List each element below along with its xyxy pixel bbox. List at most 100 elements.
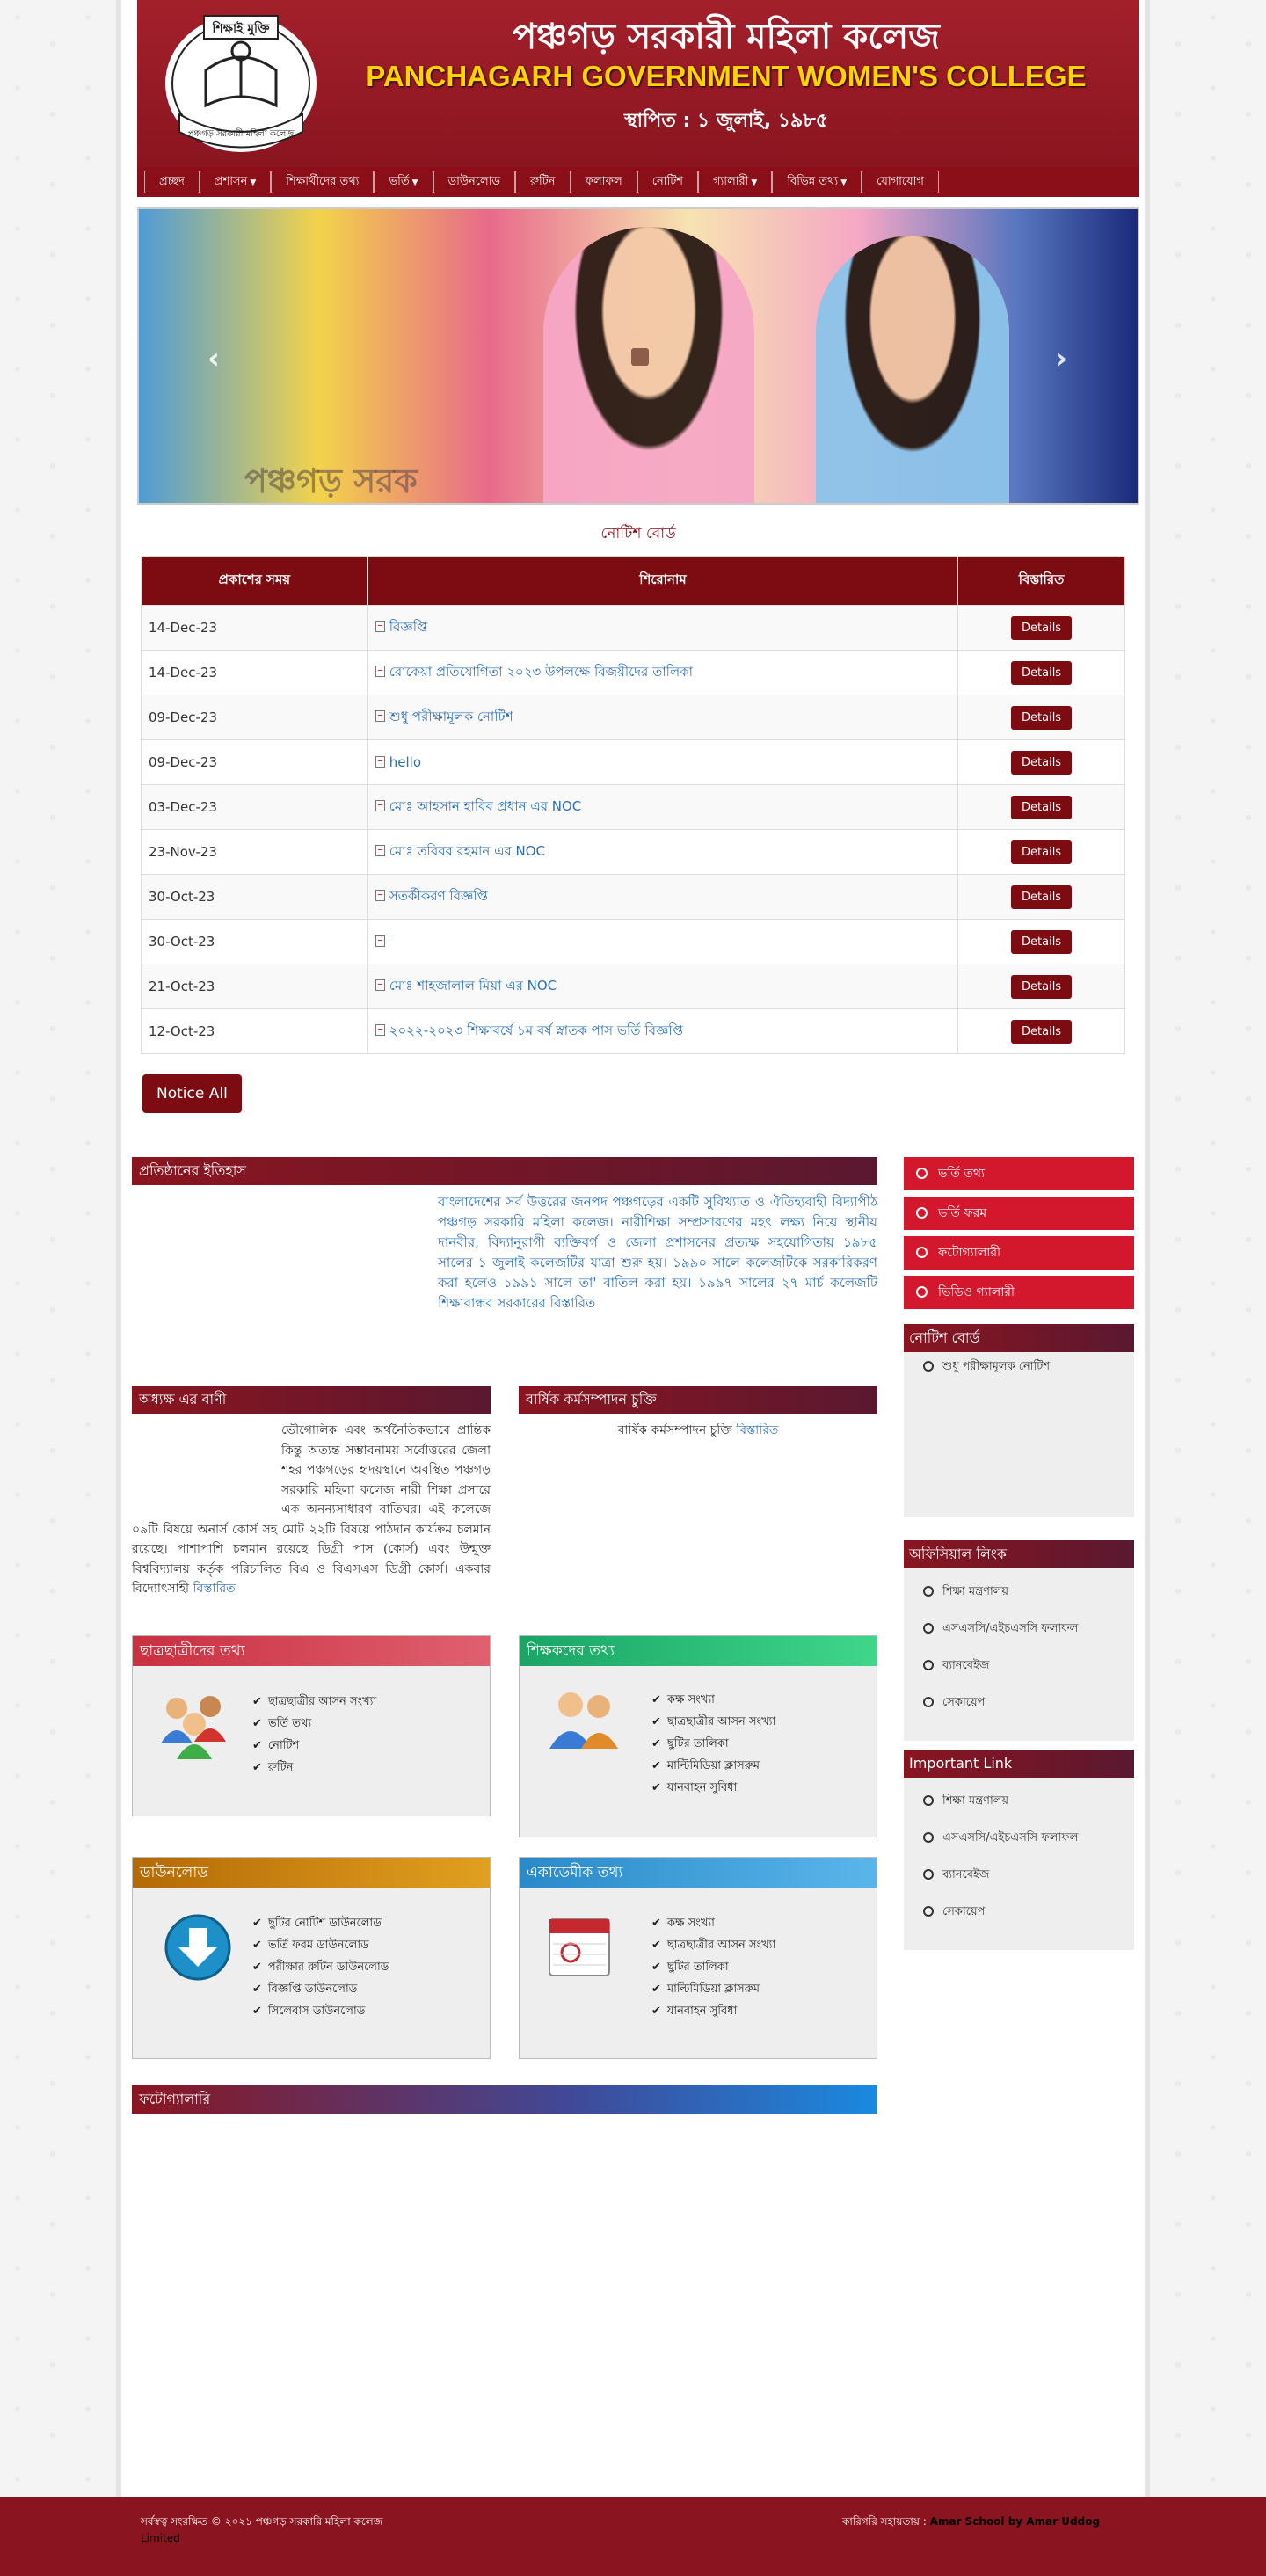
- list-item[interactable]: ✔ ভর্তি তথ্য: [252, 1713, 376, 1735]
- official_links-item[interactable]: ব্যানবেইজ: [904, 1648, 1134, 1685]
- important_links-item[interactable]: সেকায়েপ: [904, 1894, 1134, 1931]
- circle-arrow-icon: [923, 1623, 934, 1634]
- notice-title-link[interactable]: রোকেয়া প্রতিযোগিতা ২০২৩ উপলক্ষে বিজয়ীদ…: [389, 664, 693, 680]
- notice-title-link[interactable]: সতর্কীকরণ বিজ্ঞপ্তি: [389, 888, 488, 904]
- check-icon: ✔: [252, 1717, 262, 1730]
- notice-title-link[interactable]: শুধু পরীক্ষামূলক নোটিশ: [389, 709, 513, 724]
- nav-item-7[interactable]: নোটিশ: [637, 171, 699, 193]
- college-logo[interactable]: শিক্ষাই মুক্তি পঞ্চগড় সরকারী মহিলা কলেজ: [153, 9, 329, 158]
- details-button[interactable]: Details: [1011, 840, 1073, 864]
- important_links-item[interactable]: এসএসসি/এইচএসসি ফলাফল: [904, 1820, 1134, 1857]
- notice-all-button[interactable]: Notice All: [142, 1074, 242, 1113]
- table-row: 09-Dec-23 hello Details: [141, 739, 1125, 785]
- academic-info-box: একাডেমীক তথ্য ✔ কক্ষ সংখ্যা ✔ ছাত্রছাত্রীর …: [519, 1857, 877, 2059]
- sidebar-button-3[interactable]: ভিডিও গ্যালারী: [904, 1276, 1134, 1309]
- list-item[interactable]: ✔ মাল্টিমিডিয়া ক্লাসরুম: [651, 1755, 775, 1777]
- pdf-icon: [375, 665, 385, 677]
- list-item[interactable]: ✔ সিলেবাস ডাউনলোড: [252, 2000, 389, 2022]
- footer-vendor-link[interactable]: Amar School by Amar Uddog: [930, 2515, 1100, 2528]
- official_links-item[interactable]: এসএসসি/এইচএসসি ফলাফল: [904, 1611, 1134, 1648]
- sidebar-notice-board: নোটিশ বোর্ড শুধু পরীক্ষামূলক নোটিশ: [904, 1324, 1134, 1517]
- notice-title-link[interactable]: মোঃ শাহজালাল মিয়া এর NOC: [389, 978, 557, 993]
- official_links-item[interactable]: সেকায়েপ: [904, 1685, 1134, 1721]
- nav-item-9[interactable]: বিভিন্ন তথ্য ▼: [772, 171, 862, 193]
- notice-date: 09-Dec-23: [141, 695, 368, 740]
- table-row: 30-Oct-23 Details: [141, 919, 1125, 964]
- list-item[interactable]: ✔ পরীক্ষার রুটিন ডাউনলোড: [252, 1956, 389, 1978]
- list-item[interactable]: ✔ মাল্টিমিডিয়া ক্লাসরুম: [651, 1978, 775, 2000]
- nav-item-6[interactable]: ফলাফল: [570, 171, 637, 193]
- list-item[interactable]: ✔ ছাত্রছাত্রীর আসন সংখ্যা: [252, 1691, 376, 1713]
- slider-prev-button[interactable]: ‹: [207, 341, 220, 376]
- list-item[interactable]: ✔ রুটিন: [252, 1757, 376, 1779]
- history-text: বাংলাদেশের সর্ব উত্তরের জনপদ পঞ্চগড়ের এ…: [438, 1194, 877, 1311]
- notice-title-link[interactable]: hello: [389, 754, 421, 770]
- list-item[interactable]: ✔ যানবাহন সুবিধা: [651, 2000, 775, 2022]
- list-item[interactable]: ✔ ছাত্রছাত্রীর আসন সংখ্যা: [651, 1934, 775, 1956]
- details-button[interactable]: Details: [1011, 1019, 1073, 1044]
- nav-item-5[interactable]: রুটিন: [515, 171, 571, 193]
- sidebar-notice-item[interactable]: শুধু পরীক্ষামূলক নোটিশ: [904, 1352, 1134, 1382]
- list-item[interactable]: ✔ বিজ্ঞপ্তি ডাউনলোড: [252, 1978, 389, 2000]
- circle-arrow-icon: [916, 1168, 928, 1179]
- notice-table-header: প্রকাশের সময় শিরোনাম বিস্তারিত: [141, 556, 1125, 606]
- details-button[interactable]: Details: [1011, 974, 1073, 999]
- circle-arrow-icon: [923, 1697, 934, 1707]
- nav-item-0[interactable]: প্রচ্ছদ: [144, 171, 200, 193]
- important_links-item[interactable]: শিক্ষা মন্ত্রণালয়: [904, 1783, 1134, 1820]
- established-date: স্থাপিত : ১ জুলাই, ১৯৮৫: [624, 110, 828, 132]
- list-item[interactable]: ✔ কক্ষ সংখ্যা: [651, 1689, 775, 1711]
- details-button[interactable]: Details: [1011, 660, 1073, 685]
- svg-text:পঞ্চগড় সরকারী মহিলা কলেজ: পঞ্চগড় সরকারী মহিলা কলেজ: [188, 127, 295, 139]
- list-item[interactable]: ✔ নোটিশ: [252, 1735, 376, 1757]
- table-row: 23-Nov-23 মোঃ তবিবর রহমান এর NOC Details: [141, 829, 1125, 875]
- list-item[interactable]: ✔ কক্ষ সংখ্যা: [651, 1912, 775, 1934]
- notice-table: প্রকাশের সময় শিরোনাম বিস্তারিত 14-Dec-2…: [141, 556, 1125, 1054]
- nav-item-10[interactable]: যোগাযোগ: [862, 171, 939, 193]
- list-item[interactable]: ✔ যানবাহন সুবিধা: [651, 1777, 775, 1799]
- details-button[interactable]: Details: [1011, 615, 1073, 640]
- notice-title-link[interactable]: ২০২২-২০২৩ শিক্ষাবর্ষে ১ম বর্ষ স্নাতক পাস…: [389, 1022, 683, 1038]
- list-item[interactable]: ✔ ছুটির নোটিশ ডাউনলোড: [252, 1912, 389, 1934]
- sidebar-button-2[interactable]: ফটোগ্যালারী: [904, 1236, 1134, 1270]
- notice-action-cell: Details: [957, 784, 1125, 830]
- circle-arrow-icon: [923, 1361, 934, 1372]
- sidebar-button-0[interactable]: ভর্তি তথ্য: [904, 1157, 1134, 1190]
- nav-item-1[interactable]: প্রশাসন ▼: [199, 171, 272, 193]
- notice-title-link[interactable]: বিজ্ঞপ্তি: [389, 619, 428, 635]
- nav-item-2[interactable]: শিক্ষার্থীদের তথ্য: [271, 171, 375, 193]
- check-icon: ✔: [651, 1781, 661, 1794]
- pdf-icon: [375, 799, 385, 811]
- list-item[interactable]: ✔ ছুটির তালিকা: [651, 1956, 775, 1978]
- list-item[interactable]: ✔ ছুটির তালিকা: [651, 1733, 775, 1755]
- sidebar-button-1[interactable]: ভর্তি ফরম: [904, 1197, 1134, 1230]
- nav-item-4[interactable]: ডাউনলোড: [433, 171, 515, 193]
- slider-next-button[interactable]: ›: [1055, 341, 1067, 376]
- details-button[interactable]: Details: [1011, 929, 1073, 954]
- pdf-icon: [375, 889, 385, 901]
- teachers-icon: [549, 1692, 618, 1749]
- college-title-bn: পঞ্চগড় সরকারী মহিলা কলেজ: [513, 16, 940, 57]
- list-item[interactable]: ✔ ভর্তি ফরম ডাউনলোড: [252, 1934, 389, 1956]
- notice-action-cell: Details: [957, 964, 1125, 1009]
- list-item[interactable]: ✔ ছাত্রছাত্রীর আসন সংখ্যা: [651, 1711, 775, 1733]
- important_links-item[interactable]: ব্যানবেইজ: [904, 1857, 1134, 1894]
- notice-title-cell: ২০২২-২০২৩ শিক্ষাবর্ষে ১ম বর্ষ স্নাতক পাস…: [367, 1008, 959, 1054]
- notice-title-link[interactable]: মোঃ তবিবর রহমান এর NOC: [389, 843, 545, 859]
- check-icon: ✔: [651, 1983, 661, 1996]
- nav-item-3[interactable]: ভর্তি ▼: [374, 171, 433, 193]
- notice-title-link[interactable]: মোঃ আহসান হাবিব প্রধান এর NOC: [389, 798, 581, 814]
- slide-indicator[interactable]: [631, 348, 649, 366]
- download-box: ডাউনলোড ✔ ছুটির নোটিশ ডাউনলোড ✔ ভর্তি ফরম ড…: [132, 1857, 491, 2059]
- details-button[interactable]: Details: [1011, 750, 1073, 775]
- official_links-item[interactable]: শিক্ষা মন্ত্রণালয়: [904, 1574, 1134, 1611]
- details-button[interactable]: Details: [1011, 795, 1073, 819]
- principal-more-link[interactable]: বিস্তারিত: [193, 1582, 236, 1596]
- nav-item-8[interactable]: গ্যালারী ▼: [698, 171, 773, 193]
- notice-title-cell: বিজ্ঞপ্তি: [367, 605, 959, 651]
- details-button[interactable]: Details: [1011, 884, 1073, 909]
- details-button[interactable]: Details: [1011, 705, 1073, 730]
- notice-action-cell: Details: [957, 919, 1125, 964]
- apa-more-link[interactable]: বিস্তারিত: [736, 1423, 778, 1437]
- download-icon: [164, 1914, 231, 1981]
